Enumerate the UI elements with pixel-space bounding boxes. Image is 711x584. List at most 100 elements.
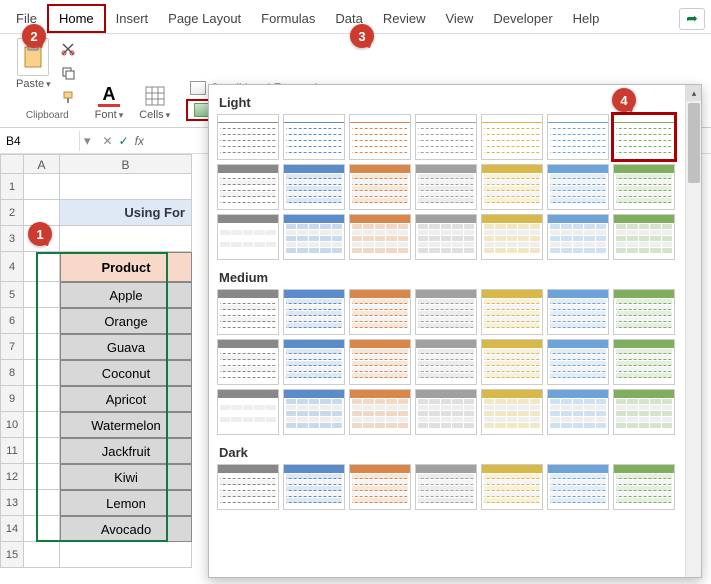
table-style-option[interactable] bbox=[217, 389, 279, 435]
table-style-option[interactable] bbox=[283, 164, 345, 210]
table-style-option[interactable] bbox=[481, 389, 543, 435]
table-style-option[interactable] bbox=[613, 289, 675, 335]
title-cell[interactable]: Using For bbox=[60, 200, 192, 226]
data-cell[interactable]: Watermelon bbox=[60, 412, 192, 438]
table-style-option[interactable] bbox=[217, 289, 279, 335]
data-cell[interactable]: Apricot bbox=[60, 386, 192, 412]
table-style-option[interactable] bbox=[349, 214, 411, 260]
select-all-corner[interactable] bbox=[0, 154, 24, 174]
cells-button[interactable] bbox=[144, 85, 166, 107]
table-style-option[interactable] bbox=[547, 464, 609, 510]
table-style-option[interactable] bbox=[349, 339, 411, 385]
data-cell[interactable]: Avocado bbox=[60, 516, 192, 542]
chevron-down-icon[interactable]: ▾ bbox=[166, 110, 171, 121]
scroll-thumb[interactable] bbox=[688, 103, 700, 183]
chevron-down-icon[interactable]: ▾ bbox=[46, 79, 51, 90]
table-style-option[interactable] bbox=[415, 289, 477, 335]
table-style-option[interactable] bbox=[415, 339, 477, 385]
table-style-option[interactable] bbox=[349, 164, 411, 210]
row-header[interactable]: 14 bbox=[0, 516, 24, 542]
table-style-option[interactable] bbox=[613, 214, 675, 260]
table-style-option[interactable] bbox=[217, 464, 279, 510]
data-cell[interactable]: Guava bbox=[60, 334, 192, 360]
tab-review[interactable]: Review bbox=[373, 6, 436, 31]
table-style-option[interactable] bbox=[547, 164, 609, 210]
table-style-option[interactable] bbox=[613, 164, 675, 210]
row-header[interactable]: 12 bbox=[0, 464, 24, 490]
cancel-icon[interactable]: ✕ bbox=[103, 134, 113, 148]
row-header[interactable]: 4 bbox=[0, 252, 24, 282]
name-box[interactable] bbox=[0, 131, 80, 151]
data-cell[interactable]: Orange bbox=[60, 308, 192, 334]
data-cell[interactable]: Coconut bbox=[60, 360, 192, 386]
table-style-option[interactable] bbox=[481, 214, 543, 260]
cut-button[interactable] bbox=[57, 38, 79, 60]
table-style-option[interactable] bbox=[415, 214, 477, 260]
table-style-option[interactable] bbox=[415, 464, 477, 510]
table-style-option[interactable] bbox=[415, 164, 477, 210]
table-style-option[interactable] bbox=[283, 214, 345, 260]
tab-insert[interactable]: Insert bbox=[106, 6, 159, 31]
table-style-option[interactable] bbox=[217, 214, 279, 260]
table-style-option[interactable] bbox=[547, 339, 609, 385]
table-style-option[interactable] bbox=[547, 289, 609, 335]
gallery-scrollbar[interactable]: ▴ bbox=[685, 85, 701, 577]
tab-home[interactable]: Home bbox=[47, 4, 106, 33]
table-style-option[interactable] bbox=[217, 114, 279, 160]
tab-view[interactable]: View bbox=[435, 6, 483, 31]
data-cell[interactable]: Jackfruit bbox=[60, 438, 192, 464]
chevron-down-icon[interactable]: ▾ bbox=[80, 133, 95, 149]
table-style-option[interactable] bbox=[217, 164, 279, 210]
tab-formulas[interactable]: Formulas bbox=[251, 6, 325, 31]
table-style-option[interactable] bbox=[547, 389, 609, 435]
col-header-b[interactable]: B bbox=[60, 154, 192, 174]
table-style-option[interactable] bbox=[481, 339, 543, 385]
row-header[interactable]: 9 bbox=[0, 386, 24, 412]
format-painter-button[interactable] bbox=[57, 86, 79, 108]
row-header[interactable]: 10 bbox=[0, 412, 24, 438]
table-style-option[interactable] bbox=[613, 114, 675, 160]
row-header[interactable]: 11 bbox=[0, 438, 24, 464]
table-style-option[interactable] bbox=[415, 389, 477, 435]
table-header[interactable]: Product bbox=[60, 252, 192, 282]
data-cell[interactable]: Kiwi bbox=[60, 464, 192, 490]
table-style-option[interactable] bbox=[415, 114, 477, 160]
row-header[interactable]: 1 bbox=[0, 174, 24, 200]
table-style-option[interactable] bbox=[349, 289, 411, 335]
tab-developer[interactable]: Developer bbox=[483, 6, 562, 31]
row-header[interactable]: 5 bbox=[0, 282, 24, 308]
font-color-button[interactable]: A bbox=[98, 85, 120, 107]
chevron-down-icon[interactable]: ▾ bbox=[119, 110, 124, 121]
table-style-option[interactable] bbox=[283, 339, 345, 385]
table-style-option[interactable] bbox=[349, 114, 411, 160]
row-header[interactable]: 15 bbox=[0, 542, 24, 568]
table-style-option[interactable] bbox=[481, 114, 543, 160]
row-header[interactable]: 7 bbox=[0, 334, 24, 360]
tab-help[interactable]: Help bbox=[563, 6, 610, 31]
row-header[interactable]: 6 bbox=[0, 308, 24, 334]
row-header[interactable]: 8 bbox=[0, 360, 24, 386]
share-button[interactable]: ➦ bbox=[679, 8, 705, 30]
row-header[interactable]: 13 bbox=[0, 490, 24, 516]
data-cell[interactable]: Apple bbox=[60, 282, 192, 308]
table-style-option[interactable] bbox=[481, 164, 543, 210]
table-style-option[interactable] bbox=[283, 289, 345, 335]
table-style-option[interactable] bbox=[547, 214, 609, 260]
table-style-option[interactable] bbox=[613, 464, 675, 510]
table-style-option[interactable] bbox=[481, 464, 543, 510]
fx-icon[interactable]: fx bbox=[135, 134, 144, 148]
enter-icon[interactable]: ✓ bbox=[119, 134, 129, 148]
table-style-option[interactable] bbox=[613, 389, 675, 435]
col-header-a[interactable]: A bbox=[24, 154, 60, 174]
tab-page-layout[interactable]: Page Layout bbox=[158, 6, 251, 31]
table-style-option[interactable] bbox=[349, 389, 411, 435]
table-style-option[interactable] bbox=[283, 464, 345, 510]
scroll-up-button[interactable]: ▴ bbox=[686, 85, 702, 101]
table-style-option[interactable] bbox=[283, 389, 345, 435]
row-header[interactable]: 3 bbox=[0, 226, 24, 252]
table-style-option[interactable] bbox=[349, 464, 411, 510]
table-style-option[interactable] bbox=[217, 339, 279, 385]
row-header[interactable]: 2 bbox=[0, 200, 24, 226]
table-style-option[interactable] bbox=[481, 289, 543, 335]
table-style-option[interactable] bbox=[283, 114, 345, 160]
